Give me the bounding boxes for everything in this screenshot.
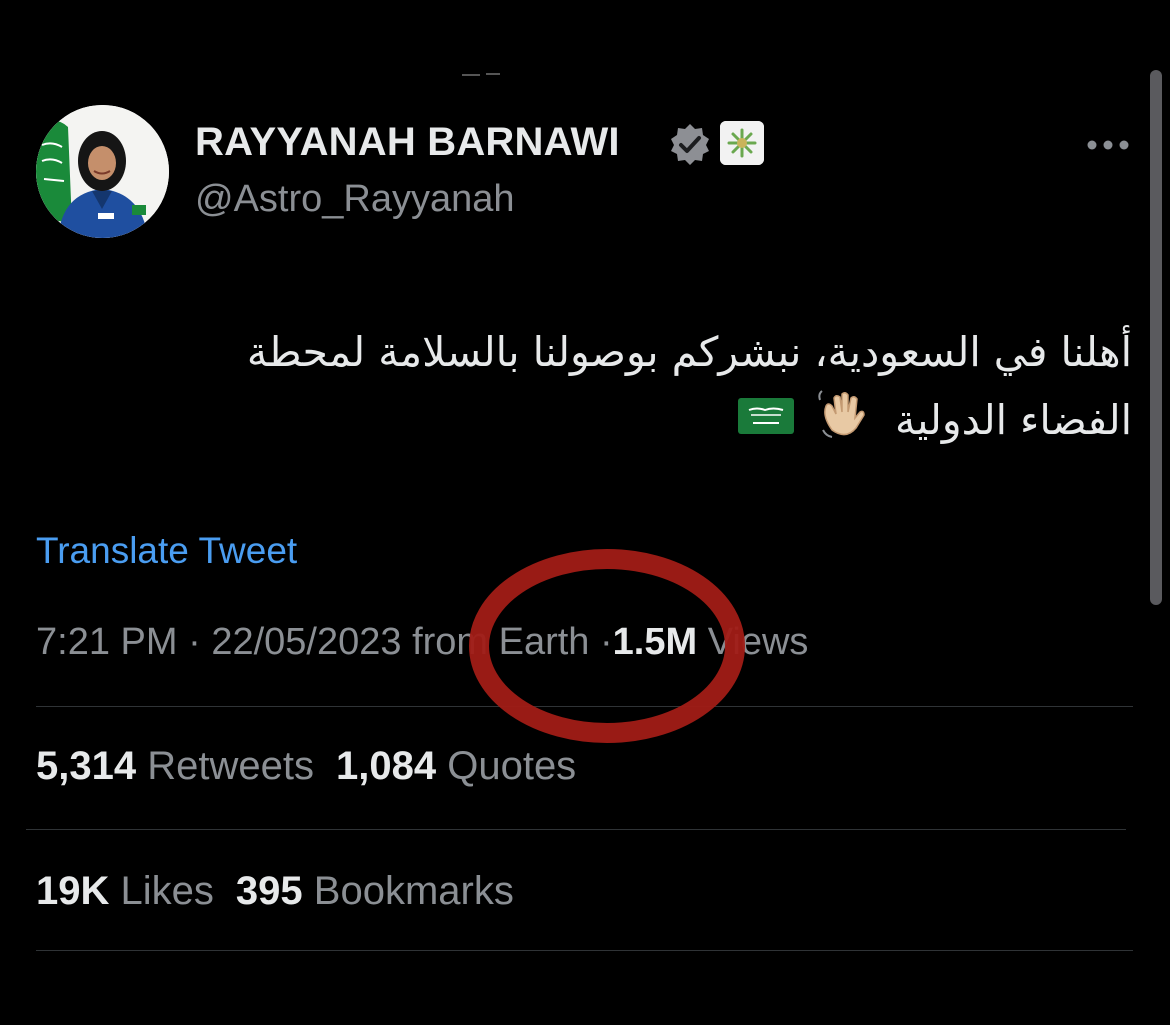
saudi-flag-emoji bbox=[737, 389, 795, 457]
tweet-text: أهلنا في السعودية، نبشركم بوصولنا بالسلا… bbox=[100, 318, 1132, 460]
waving-hand-emoji bbox=[816, 386, 870, 460]
tweet-date[interactable]: 22/05/2023 bbox=[211, 621, 401, 663]
quotes-label: Quotes bbox=[447, 744, 577, 788]
affiliate-badge-icon[interactable] bbox=[720, 121, 764, 165]
divider bbox=[36, 950, 1133, 951]
display-name[interactable]: RAYYANAH BARNAWI bbox=[195, 120, 620, 165]
translate-tweet-link[interactable]: Translate Tweet bbox=[36, 530, 297, 572]
quotes-count: 1,084 bbox=[335, 744, 437, 788]
scrollbar[interactable] bbox=[1150, 70, 1162, 605]
tweet-text-line-2-words: الفضاء الدولية bbox=[894, 396, 1132, 444]
user-handle[interactable]: @Astro_Rayyanah bbox=[195, 178, 515, 221]
annotation-circle bbox=[469, 549, 745, 743]
avatar[interactable] bbox=[36, 105, 169, 238]
top-artifact-mark bbox=[462, 73, 500, 76]
more-options-icon[interactable] bbox=[1086, 139, 1130, 151]
bookmarks-count: 395 bbox=[235, 869, 303, 913]
stats-row-likes-bookmarks: 19K Likes 395 Bookmarks bbox=[36, 869, 536, 914]
stats-row-retweets-quotes: 5,314 Retweets 1,084 Quotes bbox=[36, 744, 598, 789]
retweets-label: Retweets bbox=[147, 744, 314, 788]
verified-badge-icon[interactable] bbox=[668, 122, 712, 166]
bookmarks-stat[interactable]: 395 Bookmarks bbox=[236, 869, 514, 914]
meta-separator: · bbox=[188, 621, 201, 663]
likes-count: 19K bbox=[36, 869, 110, 913]
affiliate-logo-icon bbox=[720, 121, 764, 165]
avatar-image bbox=[36, 105, 169, 238]
quotes-stat[interactable]: 1,084 Quotes bbox=[336, 744, 576, 789]
bookmarks-label: Bookmarks bbox=[313, 869, 514, 913]
likes-stat[interactable]: 19K Likes bbox=[36, 869, 214, 914]
likes-label: Likes bbox=[120, 869, 214, 913]
tweet-text-line-1: أهلنا في السعودية، نبشركم بوصولنا بالسلا… bbox=[246, 328, 1132, 376]
tweet-time[interactable]: 7:21 PM bbox=[36, 621, 178, 663]
retweets-count: 5,314 bbox=[36, 744, 137, 788]
tweet-text-line-2: الفضاء الدولية bbox=[100, 386, 1132, 460]
divider bbox=[26, 829, 1126, 830]
retweets-stat[interactable]: 5,314 Retweets bbox=[36, 744, 314, 789]
